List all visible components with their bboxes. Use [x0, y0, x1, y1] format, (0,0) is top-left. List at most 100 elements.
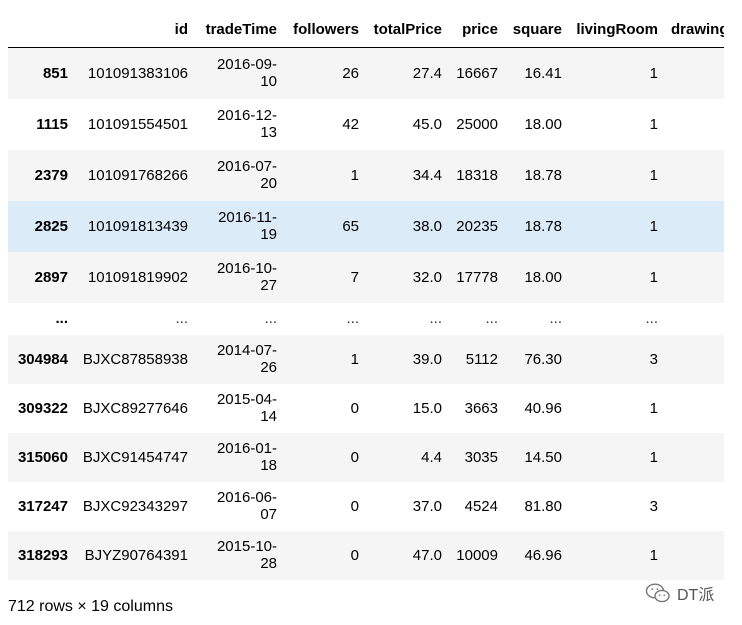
- cell-price: 10009: [456, 546, 498, 564]
- cell-ellipsis: ...: [175, 310, 188, 327]
- cell-ellipsis: ...: [645, 310, 658, 327]
- cell-followers: 0: [350, 399, 359, 417]
- cell-price: 18318: [456, 166, 498, 184]
- header-row: id tradeTime followers totalPrice price …: [8, 12, 724, 48]
- cell-square: 18.00: [524, 268, 562, 286]
- table-row: 315060 BJXC91454747 2016-01- 18 0 4.4 303…: [8, 432, 724, 482]
- cell-price: 17778: [456, 268, 498, 286]
- cell-followers: 1: [350, 166, 359, 184]
- cell-id: BJXC89277646: [82, 399, 188, 417]
- cell-tradetime: 2016-09- 10: [216, 56, 277, 91]
- cell-totalprice: 39.0: [412, 350, 442, 368]
- cell-tradetime: 2016-07- 20: [216, 158, 277, 192]
- row-index: 1115: [36, 115, 68, 133]
- cell-price: 16667: [456, 64, 498, 82]
- row-index-ellipsis: ...: [55, 310, 68, 327]
- watermark: DT派: [645, 581, 714, 605]
- cell-followers: 65: [342, 217, 359, 235]
- table-row: 2897 101091819902 2016-10- 27 7 32.0 1777…: [8, 251, 724, 303]
- row-index: 2825: [34, 217, 68, 235]
- dataframe-shape-summary: 712 rows × 19 columns: [8, 598, 173, 615]
- cell-tradetime: 2016-01- 18: [216, 440, 277, 474]
- cell-price: 4524: [464, 497, 498, 515]
- row-index: 318293: [17, 546, 68, 564]
- cell-drawingroom: [664, 303, 724, 335]
- header-price: price: [448, 12, 504, 48]
- cell-drawingroom: [664, 531, 724, 580]
- cell-livingroom: 1: [649, 268, 658, 286]
- header-drawingroom: drawingRoom: [664, 12, 724, 48]
- header-id: id: [76, 12, 194, 48]
- row-index: 304984: [17, 350, 68, 368]
- ellipsis-row: ... ... ... ... ... ... ... ...: [8, 302, 724, 335]
- cell-livingroom: 1: [649, 64, 658, 82]
- cell-followers: 1: [350, 350, 359, 368]
- table-row: 304984 BJXC87858938 2014-07- 26 1 39.0 51…: [8, 334, 724, 384]
- cell-square: 18.78: [524, 217, 562, 235]
- row-index: 2379: [34, 166, 68, 184]
- cell-square: 14.50: [524, 448, 562, 466]
- watermark-text: DT派: [677, 587, 715, 604]
- cell-square: 16.41: [524, 64, 562, 82]
- wechat-icon: [645, 583, 670, 603]
- cell-price: 20235: [456, 217, 498, 235]
- row-index: 851: [42, 64, 68, 82]
- cell-id: 101091383106: [87, 64, 188, 82]
- header-square: square: [504, 12, 568, 48]
- cell-id: 101091813439: [87, 217, 188, 235]
- cell-id: BJXC91454747: [82, 448, 188, 466]
- table-row: 309322 BJXC89277646 2015-04- 14 0 15.0 36…: [8, 383, 724, 433]
- header-tradetime: tradeTime: [194, 12, 283, 48]
- dataframe-table: id tradeTime followers totalPrice price …: [8, 12, 724, 580]
- cell-ellipsis: ...: [485, 310, 498, 327]
- cell-tradetime: 2015-04- 14: [216, 391, 277, 425]
- table-header: id tradeTime followers totalPrice price …: [8, 12, 724, 48]
- cell-price: 5112: [465, 350, 498, 368]
- cell-drawingroom: [664, 433, 724, 482]
- cell-totalprice: 37.0: [412, 497, 442, 515]
- table-row: 317247 BJXC92343297 2016-06- 07 0 37.0 45…: [8, 481, 724, 531]
- cell-square: 40.96: [524, 399, 562, 417]
- cell-price: 25000: [456, 115, 498, 133]
- cell-square: 81.80: [524, 497, 562, 515]
- cell-drawingroom: [664, 150, 724, 201]
- cell-livingroom: 1: [649, 399, 658, 417]
- cell-id: BJYZ90764391: [84, 546, 188, 564]
- cell-totalprice: 32.0: [412, 268, 442, 286]
- cell-drawingroom: [664, 99, 724, 150]
- table-row-hovered: 2825 101091813439 2016-11- 19 65 38.0 202…: [8, 200, 724, 252]
- dataframe-output: id tradeTime followers totalPrice price …: [8, 12, 724, 580]
- cell-livingroom: 1: [649, 115, 658, 133]
- table-row: 2379 101091768266 2016-07- 20 1 34.4 1831…: [8, 149, 724, 201]
- cell-followers: 7: [350, 268, 359, 286]
- cell-followers: 26: [342, 64, 359, 82]
- row-index: 309322: [17, 399, 68, 417]
- cell-id: 101091819902: [87, 268, 188, 286]
- cell-totalprice: 47.0: [412, 546, 442, 564]
- row-index: 317247: [17, 497, 68, 515]
- cell-drawingroom: [664, 48, 724, 99]
- cell-livingroom: 1: [649, 166, 658, 184]
- cell-tradetime: 2016-06- 07: [216, 489, 277, 523]
- cell-id: BJXC92343297: [82, 497, 188, 515]
- cell-square: 46.96: [524, 546, 562, 564]
- cell-tradetime: 2016-12- 13: [216, 107, 277, 141]
- cell-totalprice: 27.4: [412, 64, 442, 82]
- cell-price: 3035: [464, 448, 498, 466]
- cell-tradetime: 2014-07- 26: [216, 342, 277, 376]
- row-index: 315060: [17, 448, 68, 466]
- table-body: 851 101091383106 2016-09- 10 26 27.4 1666…: [8, 47, 724, 580]
- cell-livingroom: 1: [649, 448, 658, 466]
- cell-tradetime: 2016-10- 27: [216, 260, 277, 294]
- table-row: 318293 BJYZ90764391 2015-10- 28 0 47.0 10…: [8, 530, 724, 580]
- table-row: 851 101091383106 2016-09- 10 26 27.4 1666…: [8, 47, 724, 99]
- cell-totalprice: 4.4: [421, 448, 442, 466]
- cell-ellipsis: ...: [346, 310, 359, 327]
- cell-id: 101091554501: [87, 115, 188, 133]
- table-row: 1115 101091554501 2016-12- 13 42 45.0 250…: [8, 98, 724, 150]
- row-index: 2897: [34, 268, 68, 286]
- cell-tradetime: 2015-10- 28: [216, 538, 277, 572]
- header-followers: followers: [283, 12, 365, 48]
- cell-followers: 0: [350, 497, 359, 515]
- cell-ellipsis: ...: [429, 310, 442, 327]
